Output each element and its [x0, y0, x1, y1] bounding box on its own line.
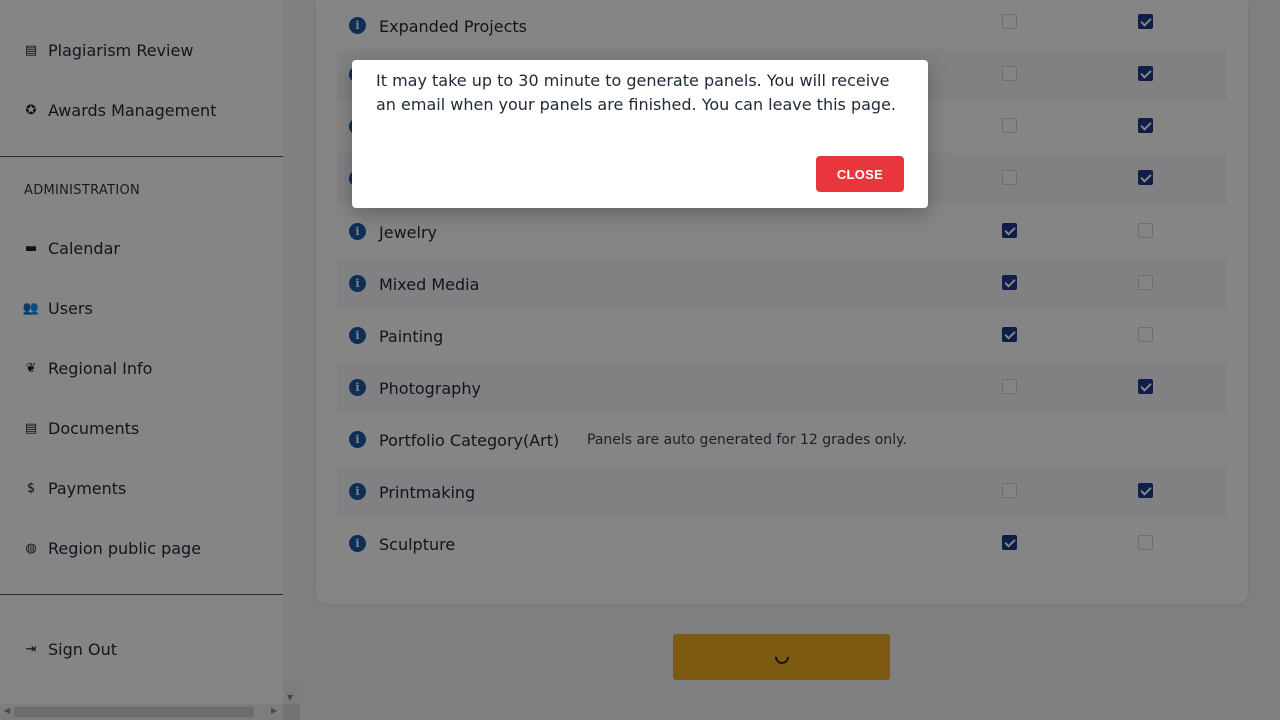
panels-generation-dialog: It may take up to 30 minute to generate … [352, 60, 928, 208]
dialog-message: It may take up to 30 minute to generate … [376, 71, 896, 114]
close-button[interactable]: CLOSE [816, 156, 904, 192]
